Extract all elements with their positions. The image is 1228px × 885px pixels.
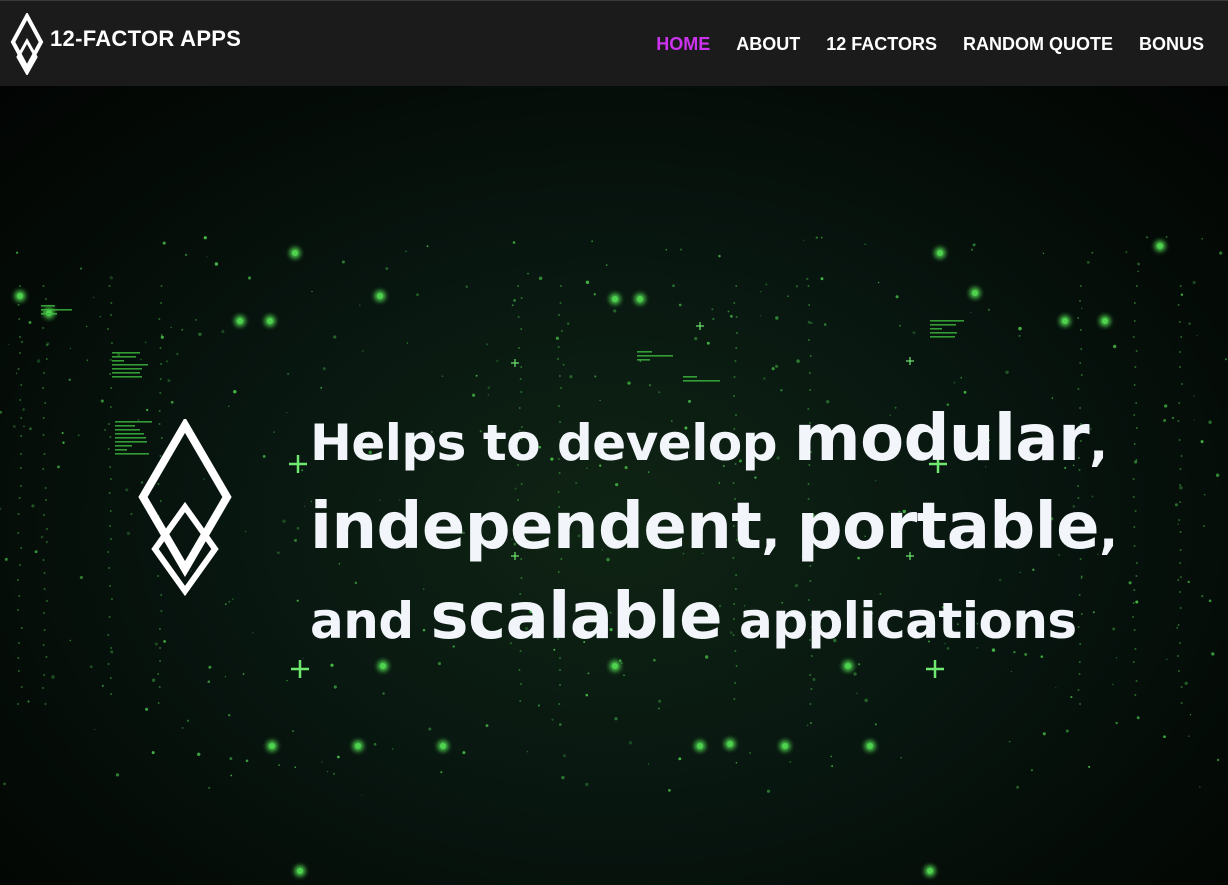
brand-name: 12-FACTOR APPS <box>50 26 242 51</box>
hero-section: Helps to develop modular, independent, p… <box>0 86 1228 885</box>
top-navbar: 12-FACTOR APPS HOME ABOUT 12 FACTORS RAN… <box>0 0 1228 86</box>
hero-headline: Helps to develop modular, independent, p… <box>310 407 1190 649</box>
headline-line-1: Helps to develop modular, <box>310 402 1108 477</box>
nav-random-quote[interactable]: RANDOM QUOTE <box>963 34 1113 55</box>
diamond-logo-large-icon <box>138 419 232 597</box>
nav-home[interactable]: HOME <box>656 34 710 55</box>
nav-about[interactable]: ABOUT <box>736 34 800 55</box>
diamond-logo-icon <box>10 13 44 75</box>
brand[interactable]: 12-FACTOR APPS <box>10 13 241 75</box>
nav-bonus[interactable]: BONUS <box>1139 34 1204 55</box>
headline-line-2: independent, portable, <box>310 490 1118 565</box>
nav-12-factors[interactable]: 12 FACTORS <box>826 34 937 55</box>
main-nav: HOME ABOUT 12 FACTORS RANDOM QUOTE BONUS <box>656 34 1204 55</box>
headline-line-3: and scalable applications <box>310 580 1077 655</box>
